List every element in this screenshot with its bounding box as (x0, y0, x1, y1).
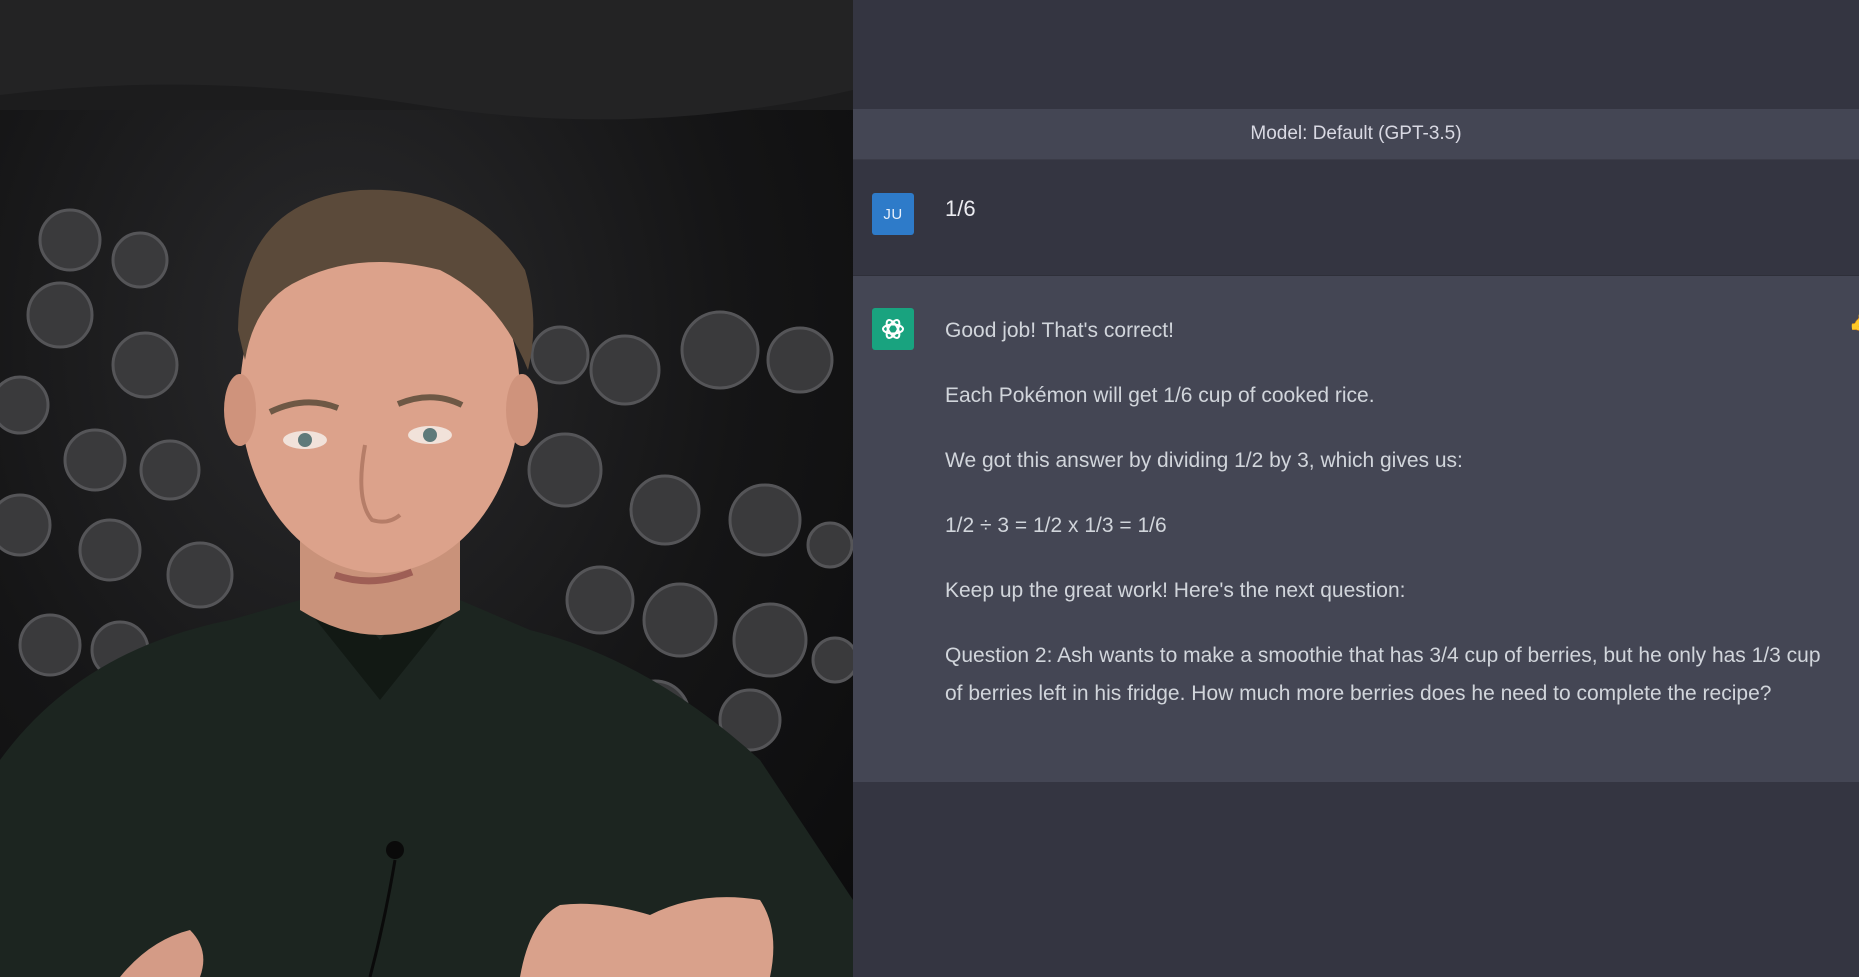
assistant-paragraph: Each Pokémon will get 1/6 cup of cooked … (945, 384, 1375, 407)
chat-bottom-area (853, 782, 1859, 977)
assistant-paragraph: We got this answer by dividing 1/2 by 3,… (945, 449, 1463, 472)
chat-window: Model: Default (GPT-3.5) JU 1/6 Good job… (853, 0, 1859, 977)
assistant-paragraph: Good job! That's correct! (945, 319, 1174, 342)
thumbs-up-icon[interactable]: 👍 (1849, 313, 1859, 333)
user-avatar: JU (872, 193, 914, 235)
openai-logo-glyph (882, 319, 904, 339)
assistant-paragraph: Question 2: Ash wants to make a smoothie… (945, 644, 1821, 705)
presenter-video (0, 0, 853, 977)
assistant-paragraph: 1/2 ÷ 3 = 1/2 x 1/3 = 1/6 (945, 514, 1167, 537)
assistant-message: Good job! That's correct! Each Pokémon w… (853, 276, 1859, 782)
chat-top-area (853, 0, 1859, 109)
model-label: Model: Default (GPT-3.5) (853, 109, 1859, 160)
user-message-text: 1/6 (945, 196, 976, 221)
user-message: JU 1/6 (853, 160, 1859, 276)
presenter-video-illustration (0, 0, 853, 977)
assistant-message-body: Good job! That's correct! Each Pokémon w… (945, 312, 1825, 713)
assistant-paragraph: Keep up the great work! Here's the next … (945, 579, 1406, 602)
openai-logo-icon (872, 308, 914, 350)
